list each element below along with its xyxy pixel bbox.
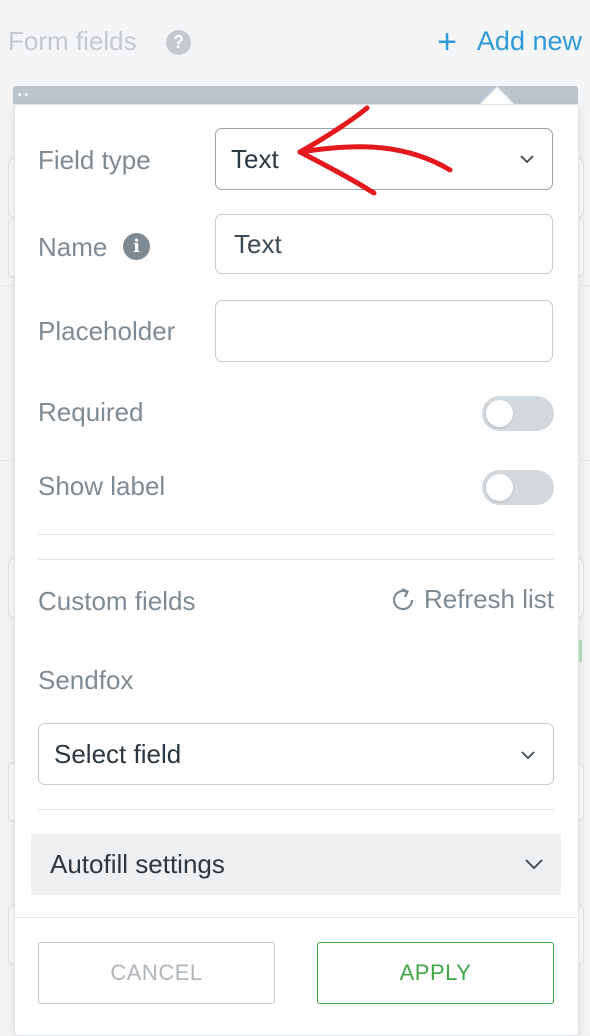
help-icon[interactable]: ? bbox=[166, 30, 191, 55]
form-fields-title: Form fields bbox=[8, 26, 137, 56]
placeholder-input[interactable] bbox=[215, 300, 553, 362]
plus-icon: + bbox=[437, 22, 457, 61]
name-input-value: Text bbox=[234, 228, 282, 259]
required-label: Required bbox=[38, 397, 144, 427]
divider bbox=[38, 559, 554, 560]
sendfox-field-select[interactable]: Select field bbox=[38, 723, 554, 785]
autofill-settings-label: Autofill settings bbox=[50, 849, 225, 879]
name-label: Name bbox=[38, 232, 108, 262]
autofill-settings-accordion[interactable]: Autofill settings bbox=[31, 834, 561, 895]
info-icon[interactable]: i bbox=[123, 233, 150, 260]
chevron-down-icon bbox=[525, 859, 543, 870]
add-new-label: Add new bbox=[476, 26, 582, 56]
chevron-down-icon bbox=[520, 155, 534, 164]
field-type-value: Text bbox=[231, 143, 279, 174]
popup-caret bbox=[481, 88, 513, 104]
divider bbox=[14, 917, 577, 918]
apply-button[interactable]: APPLY bbox=[317, 942, 554, 1004]
required-toggle[interactable] bbox=[482, 396, 554, 431]
field-type-select[interactable]: Text bbox=[215, 128, 553, 190]
toggle-knob bbox=[486, 400, 513, 427]
drag-handle-icon: •• bbox=[18, 90, 32, 101]
refresh-icon bbox=[392, 587, 414, 610]
cancel-button[interactable]: CANCEL bbox=[38, 942, 275, 1004]
divider bbox=[38, 809, 554, 810]
add-new-button[interactable]: + Add new bbox=[437, 22, 582, 61]
sendfox-select-value: Select field bbox=[54, 738, 182, 769]
sendfox-label: Sendfox bbox=[38, 665, 134, 695]
custom-fields-label: Custom fields bbox=[38, 586, 196, 616]
show-label-toggle[interactable] bbox=[482, 470, 554, 505]
name-input[interactable]: Text bbox=[215, 214, 553, 274]
placeholder-label: Placeholder bbox=[38, 316, 176, 346]
show-label-label: Show label bbox=[38, 471, 166, 501]
chevron-down-icon bbox=[521, 751, 535, 760]
divider bbox=[38, 534, 554, 535]
field-type-label: Field type bbox=[38, 145, 151, 175]
page-header: Form fields ? + Add new bbox=[0, 0, 590, 84]
refresh-list-label: Refresh list bbox=[423, 584, 554, 614]
refresh-list-button[interactable]: Refresh list bbox=[388, 584, 554, 615]
toggle-knob bbox=[486, 474, 513, 501]
